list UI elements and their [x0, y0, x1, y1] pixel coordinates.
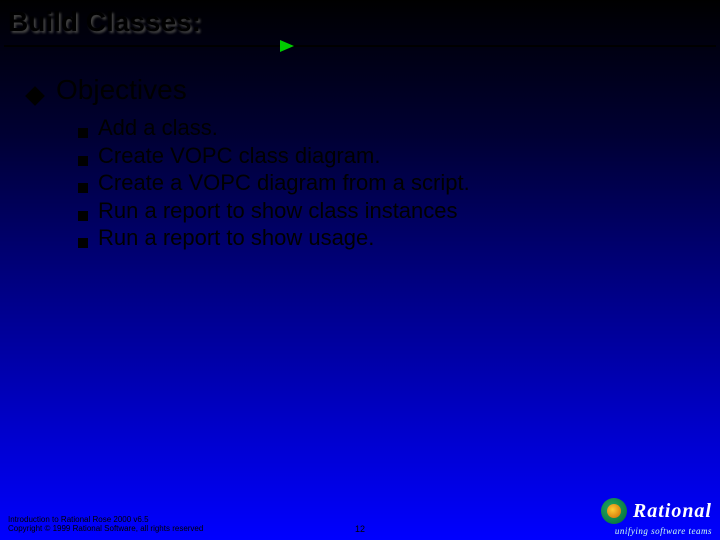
- slide-body: Objectives Add a class. Create VOPC clas…: [0, 50, 720, 252]
- list-item: Run a report to show usage.: [78, 224, 696, 252]
- list-item: Add a class.: [78, 114, 696, 142]
- diamond-bullet-icon: [25, 86, 45, 106]
- logo-tagline: unifying software teams: [615, 526, 712, 536]
- level1-text: Objectives: [56, 74, 187, 106]
- square-bullet-icon: [78, 211, 88, 221]
- square-bullet-icon: [78, 128, 88, 138]
- rational-logo: Rational unifying software teams: [601, 498, 712, 536]
- list-item: Run a report to show class instances: [78, 197, 696, 225]
- list-item-text: Create a VOPC diagram from a script.: [98, 169, 470, 197]
- slide-footer: Introduction to Rational Rose 2000 v6.5 …: [0, 498, 720, 540]
- logo-text: Rational: [633, 500, 712, 523]
- list-item-text: Run a report to show class instances: [98, 197, 458, 225]
- footer-copyright: Introduction to Rational Rose 2000 v6.5 …: [8, 515, 203, 534]
- square-bullet-icon: [78, 183, 88, 193]
- footer-line1: Introduction to Rational Rose 2000 v6.5: [8, 515, 203, 525]
- logo-swirl-icon: [601, 498, 627, 524]
- level1-bullet: Objectives: [24, 74, 696, 106]
- footer-line2: Copyright © 1999 Rational Software, all …: [8, 524, 203, 534]
- page-number: 12: [355, 524, 365, 534]
- arrow-icon: [280, 40, 294, 52]
- list-item-text: Create VOPC class diagram.: [98, 142, 380, 170]
- square-bullet-icon: [78, 238, 88, 248]
- level2-list: Add a class. Create VOPC class diagram. …: [78, 114, 696, 252]
- slide-title: Build Classes:: [8, 6, 712, 38]
- list-item-text: Add a class.: [98, 114, 218, 142]
- list-item: Create VOPC class diagram.: [78, 142, 696, 170]
- list-item-text: Run a report to show usage.: [98, 224, 374, 252]
- list-item: Create a VOPC diagram from a script.: [78, 169, 696, 197]
- square-bullet-icon: [78, 156, 88, 166]
- title-divider: [0, 42, 720, 50]
